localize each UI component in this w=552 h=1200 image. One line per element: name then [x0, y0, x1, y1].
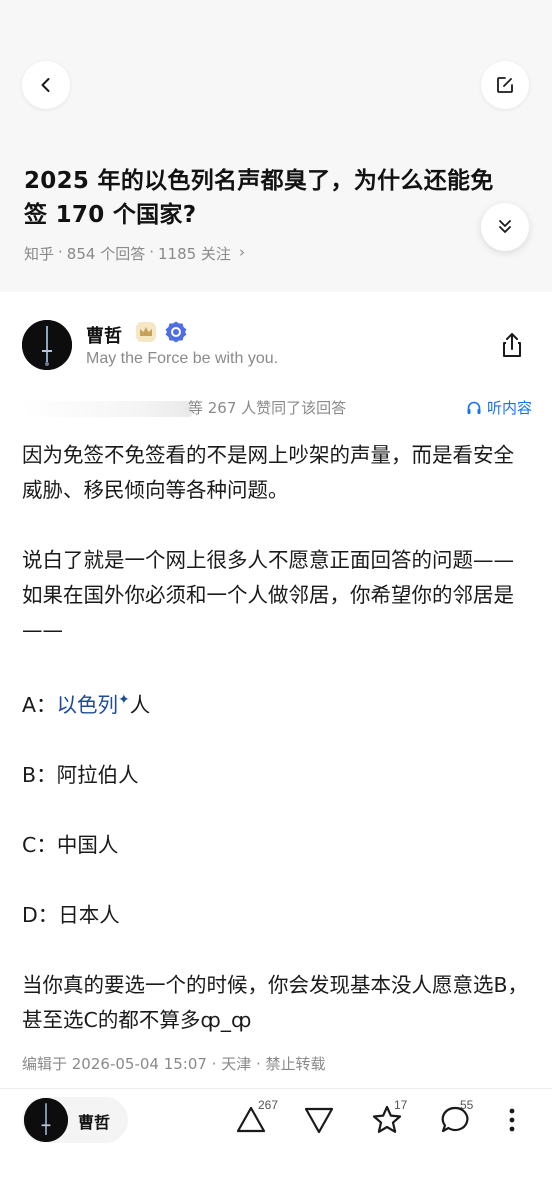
answer-content: 因为免签不免签看的不是网上吵架的声量，而是看安全威胁、移民倾向等各种问题。 说白…: [22, 438, 532, 1038]
avatar-image: [24, 1098, 68, 1142]
topic-link[interactable]: 以色列: [57, 693, 119, 717]
likes-summary[interactable]: 等 267 人赞同了该回答: [188, 397, 346, 418]
likes-row: 等 267 人赞同了该回答 听内容: [22, 397, 532, 421]
answer-paragraph: 说白了就是一个网上很多人不愿意正面回答的问题——如果在国外你必须和一个人做邻居，…: [22, 548, 514, 642]
bottom-action-bar: 曹哲 267 17 55: [0, 1089, 552, 1200]
answer-paragraph: 当你真的要选一个的时候，你会发现基本没人愿意选B，甚至选C的都不算多ȹ_ȹ: [22, 973, 529, 1032]
author-name: 曹哲: [78, 1113, 111, 1132]
back-button[interactable]: [22, 61, 70, 109]
option-a-prefix: A：: [22, 693, 57, 717]
expand-question-button[interactable]: [481, 203, 529, 251]
meta-separator: ·: [149, 243, 154, 261]
author-pill[interactable]: 曹哲: [22, 1097, 128, 1143]
comment-count: 55: [460, 1098, 474, 1112]
avatar[interactable]: [22, 320, 72, 370]
question-title[interactable]: 2025 年的以色列名声都臭了，为什么还能免签 170 个国家?: [24, 164, 494, 232]
chevron-left-icon: [41, 78, 50, 92]
share-icon[interactable]: [497, 330, 527, 360]
sparkle-icon[interactable]: ✦: [118, 692, 130, 708]
chevron-right-icon: ›: [238, 243, 245, 261]
edit-meta: 编辑于 2026-05-04 15:07 · 天津 · 禁止转载: [22, 1055, 326, 1073]
edit-icon: [497, 77, 513, 93]
more-icon[interactable]: [497, 1103, 527, 1137]
avatar: [24, 1098, 68, 1142]
avatar-image: [22, 320, 72, 370]
verified-badge-icon: [165, 321, 187, 343]
listen-label: 听内容: [486, 399, 532, 417]
source-label: 知乎: [24, 245, 55, 263]
question-meta[interactable]: 知乎 · 854 个回答 · 1185 关注 ›: [24, 243, 245, 264]
favorite-count: 17: [394, 1098, 408, 1112]
downvote-icon[interactable]: [302, 1103, 336, 1137]
chevrons-down-icon: [499, 220, 511, 233]
option-c: C：中国人: [22, 833, 119, 857]
upvote-count: 267: [258, 1098, 279, 1112]
author-bio: May the Force be with you.: [86, 350, 279, 367]
answer-count: 854 个回答: [66, 245, 146, 263]
meta-separator: ·: [58, 243, 63, 261]
answer-paragraph: 因为免签不免签看的不是网上吵架的声量，而是看安全威胁、移民倾向等各种问题。: [22, 443, 514, 502]
crown-badge-icon: [136, 322, 156, 342]
option-d: D：日本人: [22, 903, 120, 927]
listen-button[interactable]: 听内容: [466, 397, 532, 418]
headphones-icon: [467, 401, 481, 414]
author-name[interactable]: 曹哲: [86, 322, 122, 348]
liker-avatars: [22, 401, 192, 417]
option-a-suffix: 人: [129, 693, 151, 717]
option-a: A：以色列✦人: [22, 683, 532, 723]
follow-count: 1185 关注: [157, 245, 231, 263]
option-b: B：阿拉伯人: [22, 763, 139, 787]
author-row: 曹哲 May the Force be with you.: [22, 320, 532, 376]
edit-button[interactable]: [481, 61, 529, 109]
